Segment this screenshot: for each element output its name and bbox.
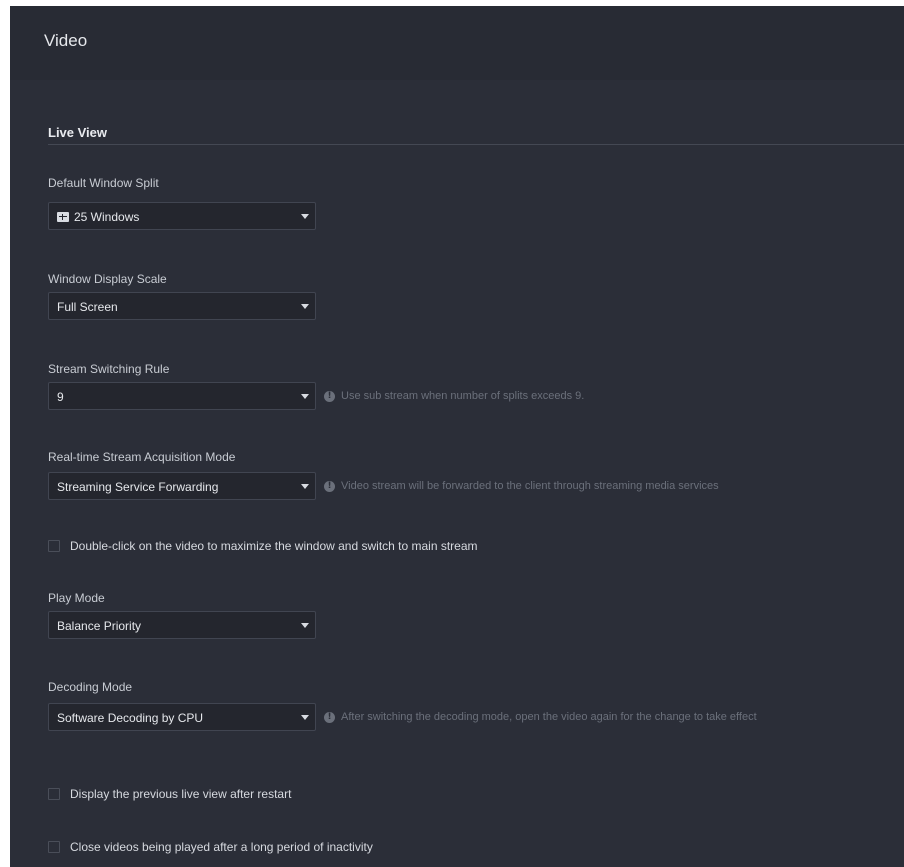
acquisition-mode-label: Real-time Stream Acquisition Mode xyxy=(48,450,236,464)
grid-split-icon xyxy=(57,212,69,222)
restore-view-label: Display the previous live view after res… xyxy=(70,787,292,801)
video-settings-panel: Video Live View Default Window Split 25 … xyxy=(10,6,904,867)
window-split-value: 25 Windows xyxy=(74,210,140,224)
window-split-select[interactable]: 25 Windows xyxy=(48,202,316,230)
decoding-mode-hint-row: ! After switching the decoding mode, ope… xyxy=(324,711,757,723)
decoding-mode-value: Software Decoding by CPU xyxy=(57,711,204,725)
decoding-mode-hint: After switching the decoding mode, open … xyxy=(341,711,757,723)
double-click-option[interactable]: Double-click on the video to maximize th… xyxy=(48,539,478,553)
stream-switching-hint-row: ! Use sub stream when number of splits e… xyxy=(324,390,584,402)
restore-view-option[interactable]: Display the previous live view after res… xyxy=(48,787,291,801)
close-inactive-checkbox[interactable] xyxy=(48,841,60,853)
window-split-label: Default Window Split xyxy=(48,176,159,190)
info-icon: ! xyxy=(324,480,335,492)
chevron-down-icon xyxy=(301,304,309,309)
display-scale-value: Full Screen xyxy=(57,300,118,314)
acquisition-mode-select[interactable]: Streaming Service Forwarding xyxy=(48,472,316,500)
chevron-down-icon xyxy=(301,394,309,399)
acquisition-mode-value: Streaming Service Forwarding xyxy=(57,480,219,494)
chevron-down-icon xyxy=(301,715,309,720)
section-title-live-view: Live View xyxy=(48,125,108,140)
stream-switching-select[interactable]: 9 xyxy=(48,382,316,410)
stream-switching-label: Stream Switching Rule xyxy=(48,362,170,376)
page-title: Video xyxy=(44,31,88,50)
close-inactive-label: Close videos being played after a long p… xyxy=(70,840,373,854)
stream-switching-hint: Use sub stream when number of splits exc… xyxy=(341,390,585,402)
info-icon: ! xyxy=(324,711,335,723)
chevron-down-icon xyxy=(301,623,309,628)
display-scale-label: Window Display Scale xyxy=(48,272,167,286)
double-click-label: Double-click on the video to maximize th… xyxy=(70,539,478,553)
decoding-mode-select[interactable]: Software Decoding by CPU xyxy=(48,703,316,731)
restore-view-checkbox[interactable] xyxy=(48,788,60,800)
chevron-down-icon xyxy=(301,484,309,489)
chevron-down-icon xyxy=(301,214,309,219)
window-split-value-wrap: 25 Windows xyxy=(57,210,139,224)
acquisition-mode-hint: Video stream will be forwarded to the cl… xyxy=(341,480,719,492)
play-mode-label: Play Mode xyxy=(48,591,105,605)
decoding-mode-label: Decoding Mode xyxy=(48,680,133,694)
page-header: Video xyxy=(10,6,904,80)
double-click-checkbox[interactable] xyxy=(48,540,60,552)
display-scale-select[interactable]: Full Screen xyxy=(48,292,316,320)
stream-switching-value: 9 xyxy=(57,390,64,404)
info-icon: ! xyxy=(324,390,335,402)
acquisition-mode-hint-row: ! Video stream will be forwarded to the … xyxy=(324,480,719,492)
play-mode-value: Balance Priority xyxy=(57,619,142,633)
section-divider xyxy=(48,144,904,145)
play-mode-select[interactable]: Balance Priority xyxy=(48,611,316,639)
close-inactive-option[interactable]: Close videos being played after a long p… xyxy=(48,840,373,854)
